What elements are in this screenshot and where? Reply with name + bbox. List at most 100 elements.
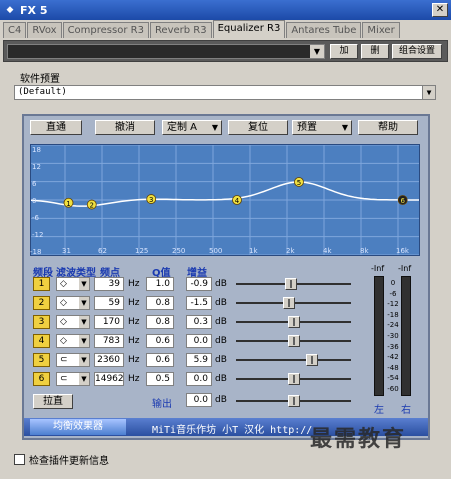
band-toggle-button[interactable]: 6 (33, 372, 50, 386)
frequency-input[interactable]: 59 (94, 296, 124, 310)
gain-slider-thumb[interactable] (282, 297, 295, 309)
y-tick: 12 (32, 163, 41, 171)
flatten-button[interactable]: 拉直 (33, 394, 73, 409)
tab-compressor[interactable]: Compressor R3 (62, 22, 149, 38)
custom-select[interactable]: 定制 A ▼ (162, 120, 222, 135)
frequency-input[interactable]: 39 (94, 277, 124, 291)
y-tick: -18 (30, 248, 42, 256)
band-toggle-button[interactable]: 2 (33, 296, 50, 310)
meter-left-peak: -Inf (371, 264, 385, 273)
band-toggle-button[interactable]: 3 (33, 315, 50, 329)
meter-right-label: 右 (401, 405, 411, 416)
gain-input[interactable]: 0.0 (186, 372, 212, 386)
preset-label: 软件预置 (20, 74, 60, 85)
filter-type-select[interactable]: ◇ ▼ (56, 334, 90, 348)
y-tick: -6 (32, 214, 39, 222)
x-tick: 125 (135, 247, 149, 255)
footer-credit: MiTi音乐作坊 小T 汉化 http:// (152, 425, 313, 436)
eq-curve-svg[interactable]: 1 23 456 (31, 145, 419, 255)
x-tick: 16k (396, 247, 409, 255)
band-toggle-button[interactable]: 5 (33, 353, 50, 367)
filter-shape-icon: ⊂ (60, 374, 68, 384)
gain-input[interactable]: 0.3 (186, 315, 212, 329)
chevron-down-icon: ▼ (79, 297, 89, 309)
filter-shape-icon: ◇ (60, 279, 67, 289)
frequency-unit: Hz (128, 298, 140, 308)
close-button[interactable]: ✕ (432, 3, 448, 17)
toolbar: ▼ 加 删 组合设置 (3, 40, 448, 62)
gain-unit: dB (215, 298, 227, 308)
q-input[interactable]: 1.0 (146, 277, 174, 291)
app-icon: ◆ (6, 5, 14, 15)
tab-rvox[interactable]: RVox (27, 22, 62, 38)
gain-slider-thumb[interactable] (287, 335, 300, 347)
band-handle-4[interactable]: 4 (232, 195, 242, 206)
output-slider-thumb[interactable] (287, 395, 300, 407)
gain-slider-thumb[interactable] (284, 278, 297, 290)
x-tick: 31 (62, 247, 71, 255)
gain-unit: dB (215, 317, 227, 327)
q-input[interactable]: 0.5 (146, 372, 174, 386)
preset-select[interactable]: (Default) ▼ (14, 85, 436, 100)
meter-scale-tick: -54 (387, 374, 399, 383)
tab-mixer[interactable]: Mixer (362, 22, 400, 38)
band-handle-6[interactable]: 6 (397, 195, 408, 206)
output-gain-input[interactable]: 0.0 (186, 393, 212, 407)
output-label: 输出 (152, 399, 172, 410)
gain-slider-thumb[interactable] (288, 316, 301, 328)
gain-input[interactable]: 0.0 (186, 334, 212, 348)
band-handle-3[interactable]: 3 (146, 194, 157, 205)
output-unit: dB (215, 395, 227, 405)
frequency-input[interactable]: 170 (94, 315, 124, 329)
band-handle-2[interactable]: 2 (86, 199, 97, 210)
filter-type-select[interactable]: ◇ ▼ (56, 296, 90, 310)
q-input[interactable]: 0.6 (146, 353, 174, 367)
title-bar: ◆ FX 5 ✕ (0, 0, 451, 20)
gain-input[interactable]: -1.5 (186, 296, 212, 310)
preset-dropdown-label: 预置 (297, 122, 317, 133)
band-handle-5[interactable]: 5 (294, 177, 304, 187)
tab-antares-tube[interactable]: Antares Tube (286, 22, 362, 38)
q-input[interactable]: 0.8 (146, 296, 174, 310)
tab-equalizer[interactable]: Equalizer R3 (212, 20, 286, 38)
bypass-button[interactable]: 直通 (30, 120, 82, 135)
filter-type-select[interactable]: ⊂ ▼ (56, 372, 90, 386)
group-preset-select[interactable]: ▼ (7, 44, 325, 59)
chevron-down-icon[interactable]: ▼ (422, 86, 435, 99)
band-toggle-button[interactable]: 4 (33, 334, 50, 348)
gain-input[interactable]: 5.9 (186, 353, 212, 367)
filter-type-select[interactable]: ⊂ ▼ (56, 353, 90, 367)
frequency-input[interactable]: 2360 (94, 353, 124, 367)
tab-c4[interactable]: C4 (3, 22, 27, 38)
chevron-down-icon[interactable]: ▼ (310, 45, 324, 58)
filter-type-select[interactable]: ◇ ▼ (56, 277, 90, 291)
reset-button[interactable]: 复位 (228, 120, 288, 135)
undo-button[interactable]: 撤消 (95, 120, 155, 135)
band-handle-1[interactable]: 1 (63, 197, 74, 208)
eq-curve-graph[interactable]: 123456 (30, 144, 420, 256)
frequency-input[interactable]: 783 (94, 334, 124, 348)
band-handle-label: 6 (400, 197, 405, 205)
gain-slider-thumb[interactable] (287, 373, 300, 385)
x-tick: 2k (286, 247, 295, 255)
chevron-down-icon: ▼ (79, 316, 89, 328)
gain-slider-thumb[interactable] (306, 354, 319, 366)
update-checkbox[interactable] (14, 454, 25, 465)
meter-scale-tick: -6 (389, 289, 397, 298)
q-input[interactable]: 0.8 (146, 315, 174, 329)
filter-type-select[interactable]: ◇ ▼ (56, 315, 90, 329)
group-settings-button[interactable]: 组合设置 (392, 44, 442, 59)
frequency-input[interactable]: 14962 (94, 372, 124, 386)
gain-slider-track[interactable] (236, 359, 351, 361)
help-button[interactable]: 帮助 (358, 120, 418, 135)
preset-dropdown[interactable]: 预置 ▼ (292, 120, 352, 135)
add-button[interactable]: 加 (330, 44, 358, 59)
update-check-row[interactable]: 检查插件更新信息 (14, 452, 109, 467)
band-toggle-button[interactable]: 1 (33, 277, 50, 291)
y-tick: 6 (32, 180, 37, 188)
gain-input[interactable]: -0.9 (186, 277, 212, 291)
gain-unit: dB (215, 355, 227, 365)
q-input[interactable]: 0.6 (146, 334, 174, 348)
tab-reverb[interactable]: Reverb R3 (149, 22, 212, 38)
delete-button[interactable]: 删 (361, 44, 389, 59)
